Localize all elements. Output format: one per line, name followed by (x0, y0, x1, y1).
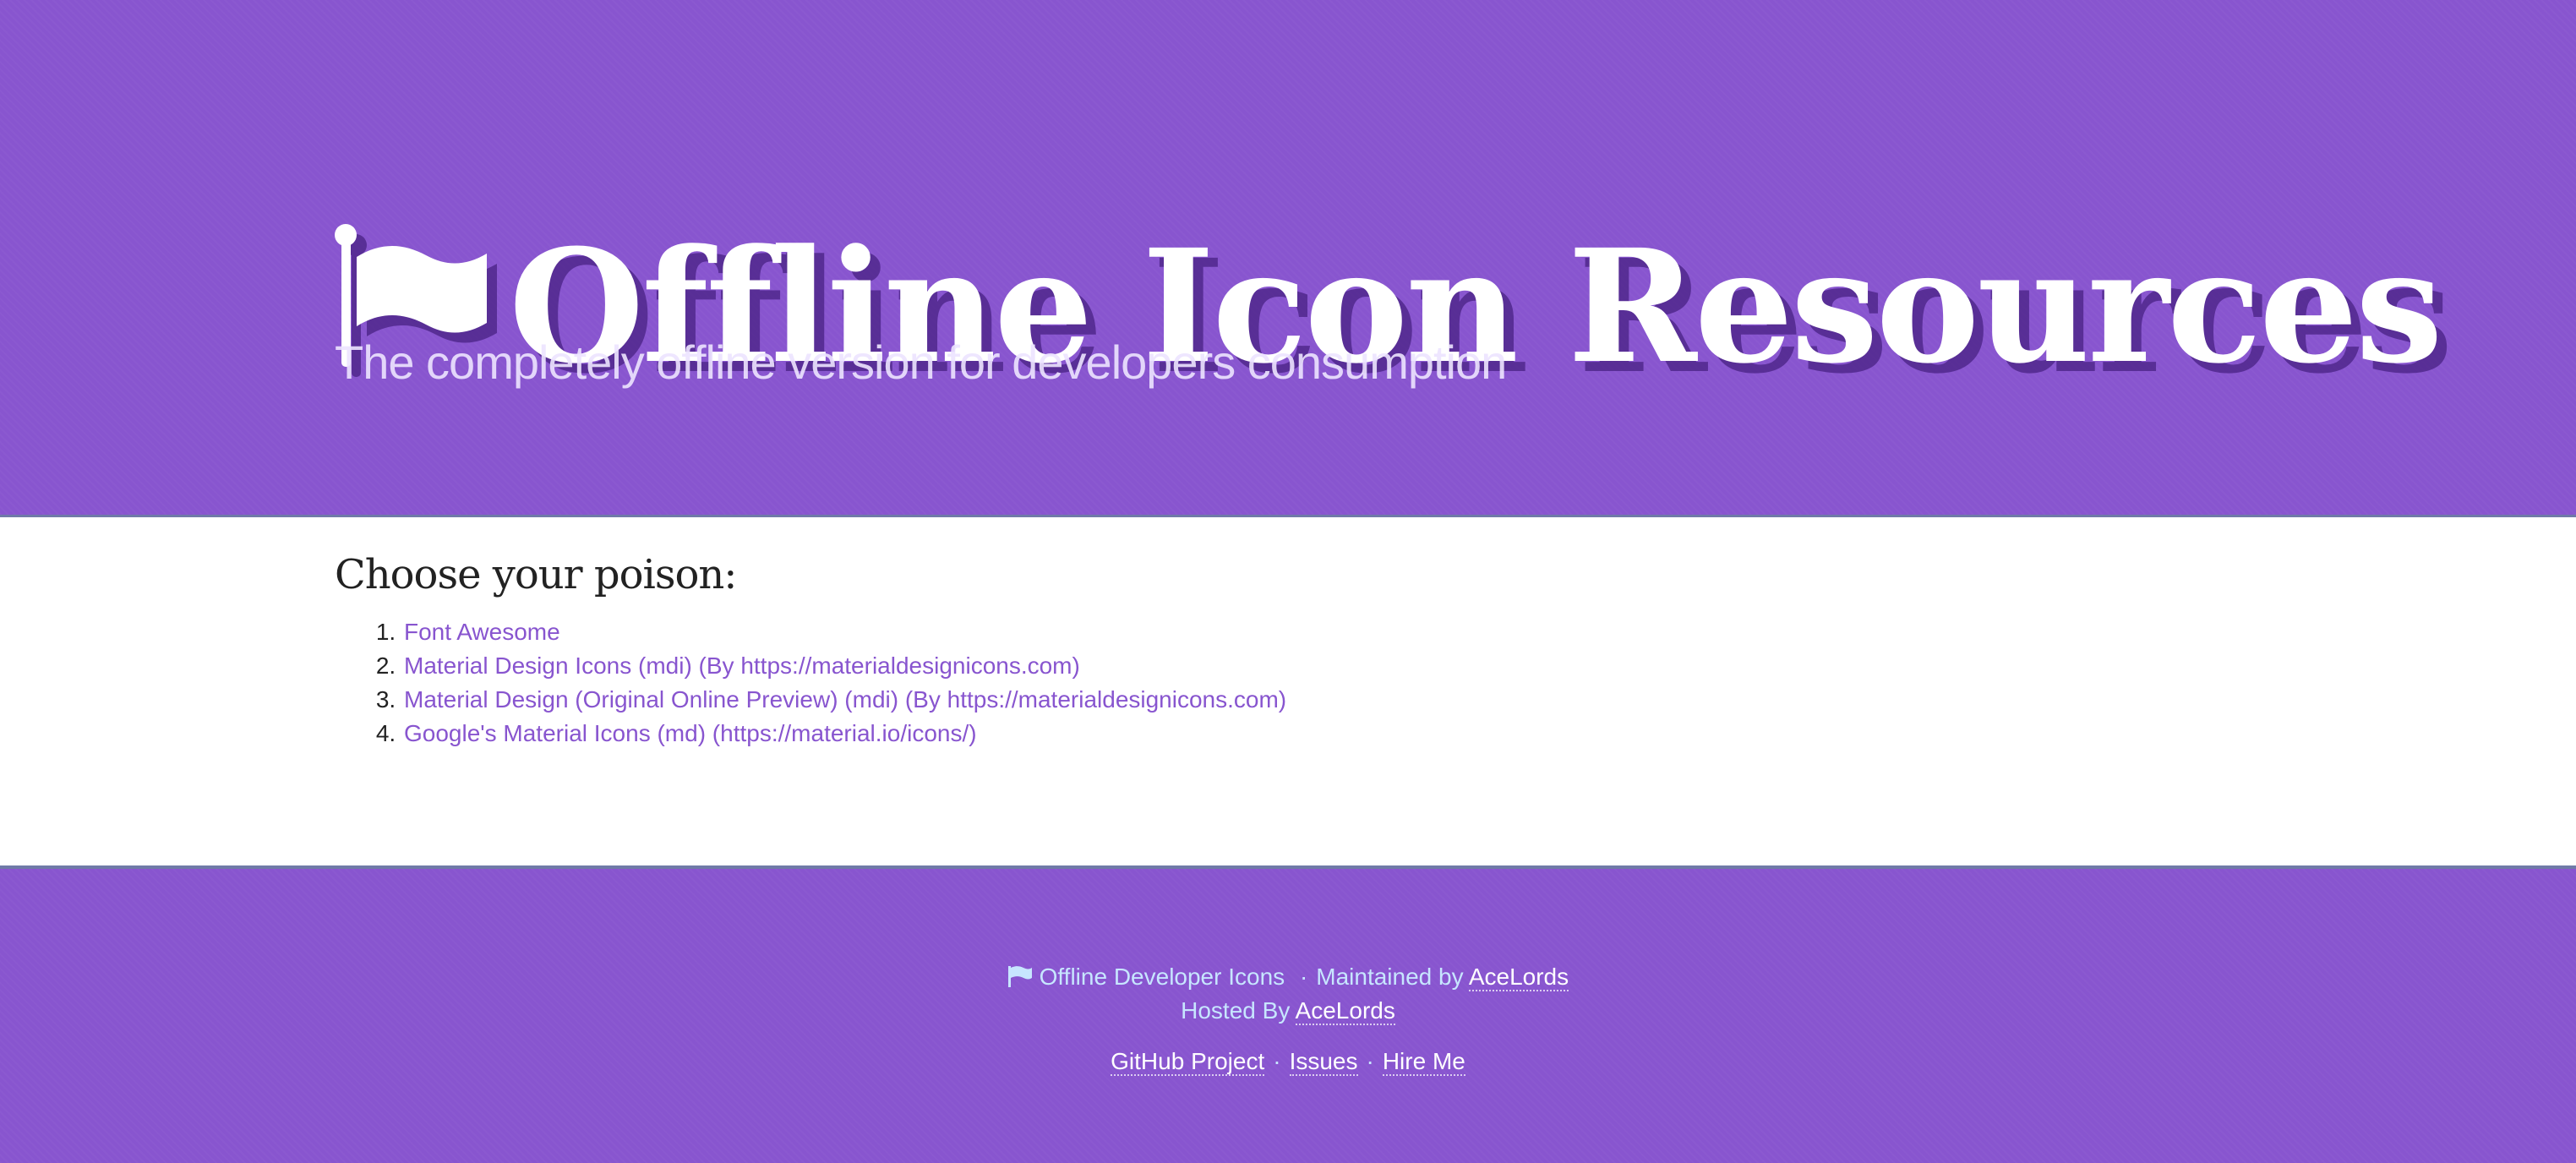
flag-icon (1007, 964, 1040, 990)
list-item: Font Awesome (402, 615, 2241, 649)
resource-link-google-material-icons[interactable]: Google's Material Icons (md) (https://ma… (404, 720, 977, 746)
page-subtitle: The completely offline version for devel… (335, 336, 1507, 389)
list-item: Material Design Icons (mdi) (By https://… (402, 649, 2241, 683)
footer-hosted-by: Hosted By (1181, 997, 1291, 1024)
footer-hosting: Hosted By AceLords (0, 994, 2576, 1028)
section-heading: Choose your poison: (335, 551, 737, 598)
resource-link-font-awesome[interactable]: Font Awesome (404, 619, 560, 645)
maintainer-link[interactable]: AceLords (1468, 964, 1569, 991)
footer-maintained-by: Maintained by (1316, 964, 1464, 990)
footer-separator: · (1299, 964, 1308, 990)
footer-credits: Offline Developer Icons · Maintained by A… (0, 960, 2576, 994)
footer-links: GitHub Project · Issues · Hire Me (0, 1045, 2576, 1078)
host-link[interactable]: AceLords (1295, 997, 1395, 1025)
list-item: Material Design (Original Online Preview… (402, 683, 2241, 717)
resource-link-material-design-original[interactable]: Material Design (Original Online Preview… (404, 686, 1286, 713)
issues-link[interactable]: Issues (1289, 1048, 1358, 1076)
resource-link-material-design-icons[interactable]: Material Design Icons (mdi) (By https://… (404, 652, 1080, 679)
list-item: Google's Material Icons (md) (https://ma… (402, 717, 2241, 751)
footer-separator: · (1273, 1048, 1281, 1074)
hire-me-link[interactable]: Hire Me (1382, 1048, 1465, 1076)
footer: Offline Developer Icons · Maintained by A… (0, 865, 2576, 1163)
footer-project-name: Offline Developer Icons (1039, 964, 1285, 990)
footer-separator: · (1366, 1048, 1374, 1074)
github-project-link[interactable]: GitHub Project (1111, 1048, 1265, 1076)
hero-banner: Offline Icon Resources The completely of… (0, 0, 2576, 517)
resource-list: Font Awesome Material Design Icons (mdi)… (335, 615, 2241, 751)
main-content: Choose your poison: Font Awesome Materia… (335, 543, 2241, 751)
